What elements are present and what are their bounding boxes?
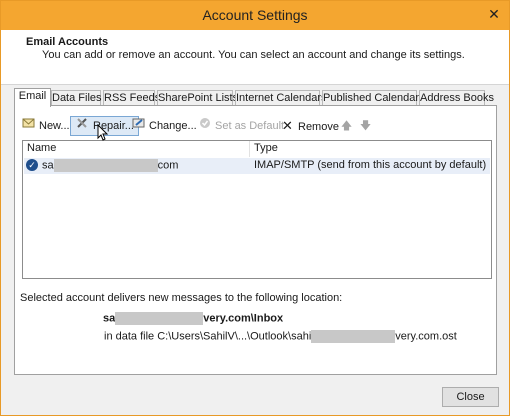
- account-name: sa com: [42, 159, 178, 172]
- account-list: Name Type ✓ sa com IMAP/SMTP (send from t…: [22, 140, 492, 279]
- column-header-name[interactable]: Name: [27, 142, 56, 154]
- account-settings-window: Account Settings ✕ Email Accounts You ca…: [0, 0, 510, 416]
- column-separator[interactable]: [249, 141, 250, 157]
- redacted-block: [115, 312, 204, 325]
- header-title: Email Accounts: [26, 36, 109, 48]
- change-icon: [131, 117, 146, 135]
- remove-button-label: Remove: [298, 121, 339, 133]
- tab-published-calendars[interactable]: Published Calendars: [322, 90, 425, 106]
- tab-sharepoint-lists[interactable]: SharePoint Lists: [157, 90, 238, 106]
- new-button-label: New...: [39, 120, 70, 132]
- arrow-up-icon: 🡅: [340, 120, 353, 132]
- close-button[interactable]: Close: [442, 387, 499, 407]
- account-name-end: com: [157, 159, 179, 172]
- delivery-folder-start: sa: [103, 312, 116, 325]
- tab-rss-feeds[interactable]: RSS Feeds: [103, 90, 160, 106]
- move-down-button[interactable]: 🡇: [358, 117, 376, 135]
- redacted-block: [311, 330, 396, 343]
- email-tab-panel: New... Repair... Change... Set as Defaul…: [14, 105, 497, 375]
- mouse-cursor-icon: [97, 123, 109, 145]
- x-icon: ✕: [282, 118, 293, 133]
- arrow-down-icon: 🡇: [359, 120, 372, 132]
- tab-data-files[interactable]: Data Files: [51, 90, 102, 106]
- set-default-button[interactable]: Set as Default: [197, 117, 284, 135]
- tab-email[interactable]: Email: [14, 88, 51, 107]
- default-account-check-icon: ✓: [26, 159, 38, 171]
- new-button[interactable]: New...: [21, 117, 70, 135]
- redacted-block: [53, 159, 158, 172]
- repair-tools-icon: [75, 117, 90, 135]
- datafile-path-end: very.com.ost: [395, 330, 457, 343]
- delivery-folder: sa very.com\Inbox: [103, 312, 283, 325]
- delivery-datafile: in data file C:\Users\SahilV\...\Outlook…: [104, 330, 457, 343]
- check-circle-icon: [197, 117, 212, 135]
- window-title: Account Settings: [202, 7, 308, 23]
- title-bar: Account Settings ✕: [1, 1, 509, 30]
- delivery-info-text: Selected account delivers new messages t…: [20, 292, 343, 304]
- set-default-button-label: Set as Default: [215, 120, 285, 132]
- delivery-folder-end: very.com\Inbox: [203, 312, 284, 325]
- datafile-path-start: in data file C:\Users\SahilV\...\Outlook…: [104, 330, 312, 343]
- account-type: IMAP/SMTP (send from this account by def…: [254, 159, 487, 171]
- move-up-button[interactable]: 🡅: [339, 117, 357, 135]
- remove-button[interactable]: ✕ Remove: [280, 117, 339, 135]
- column-header-type[interactable]: Type: [254, 142, 278, 154]
- header-description: You can add or remove an account. You ca…: [42, 49, 465, 61]
- tab-address-books[interactable]: Address Books: [419, 90, 494, 106]
- header: Email Accounts You can add or remove an …: [1, 30, 509, 85]
- new-account-icon: [21, 117, 36, 135]
- change-button-label: Change...: [149, 120, 197, 132]
- change-button[interactable]: Change...: [131, 117, 197, 135]
- account-row[interactable]: ✓ sa com IMAP/SMTP (send from this accoun…: [24, 158, 490, 174]
- account-name-start: sa: [42, 159, 54, 172]
- tab-internet-calendars[interactable]: Internet Calendars: [235, 90, 327, 106]
- close-window-icon[interactable]: ✕: [485, 6, 503, 23]
